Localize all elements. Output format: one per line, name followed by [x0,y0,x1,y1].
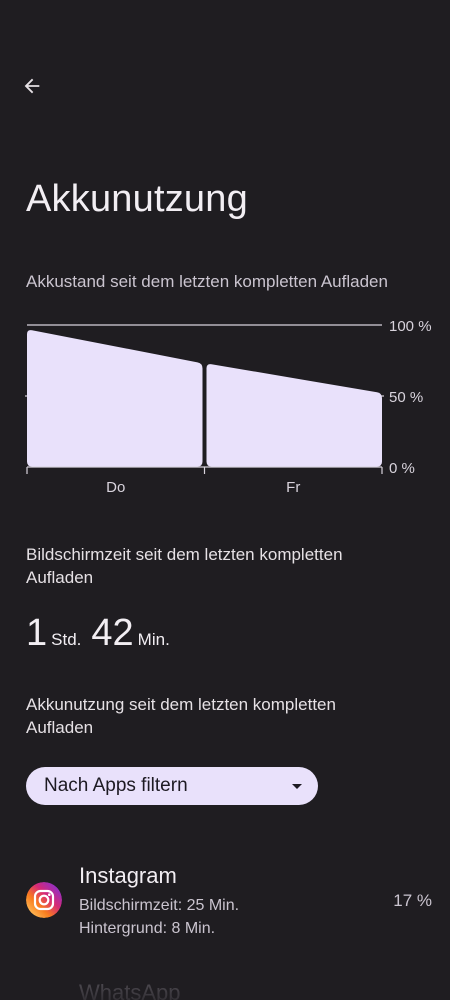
page-title: Akkunutzung [26,178,248,220]
screen-time-title: Bildschirmzeit seit dem letzten komplett… [26,545,343,587]
y-tick-label: 0 % [389,460,415,477]
app-row-whatsapp[interactable]: WhatsApp [0,970,450,1000]
filter-dropdown-label: Nach Apps filtern [44,775,188,796]
app-name: Instagram [79,863,177,888]
app-background-time: Hintergrund: 8 Min. [79,920,216,937]
dropdown-arrow-icon [290,779,304,793]
battery-chart-svg: 100 % 50 % 0 % Do Fr [25,318,432,496]
chart-caption: Akkustand seit dem letzten kompletten Au… [26,272,388,291]
filter-dropdown[interactable]: Nach Apps filtern [26,767,318,805]
battery-area-segment [27,330,203,467]
arrow-left-icon [24,78,40,94]
battery-chart: 100 % 50 % 0 % Do Fr [0,310,450,510]
app-row-instagram[interactable]: Instagram Bildschirmzeit: 25 Min. Hinter… [0,855,450,947]
x-tick-label: Do [106,479,125,496]
screen-time-hours: 1 [26,612,48,654]
app-name: WhatsApp [79,980,181,1000]
screen-time-minutes: 42 [91,612,134,654]
screen-time-minutes-unit: Min. [137,630,170,649]
app-screen-time: Bildschirmzeit: 25 Min. [79,897,240,914]
screen-time-value: 1 Std. 42 Min. [26,612,180,655]
back-button[interactable] [14,68,50,104]
battery-usage-screen: Akkunutzung Akkustand seit dem letzten k… [0,0,450,1000]
instagram-icon [26,882,62,918]
battery-area-segment [206,364,382,467]
y-tick-label: 50 % [389,389,423,406]
screen-time-hours-unit: Std. [51,630,82,649]
x-tick-label: Fr [286,479,300,496]
app-usage-percent: 17 % [393,891,432,910]
y-tick-label: 100 % [389,318,432,335]
usage-title: Akkunutzung seit dem letzten kompletten … [26,695,336,737]
